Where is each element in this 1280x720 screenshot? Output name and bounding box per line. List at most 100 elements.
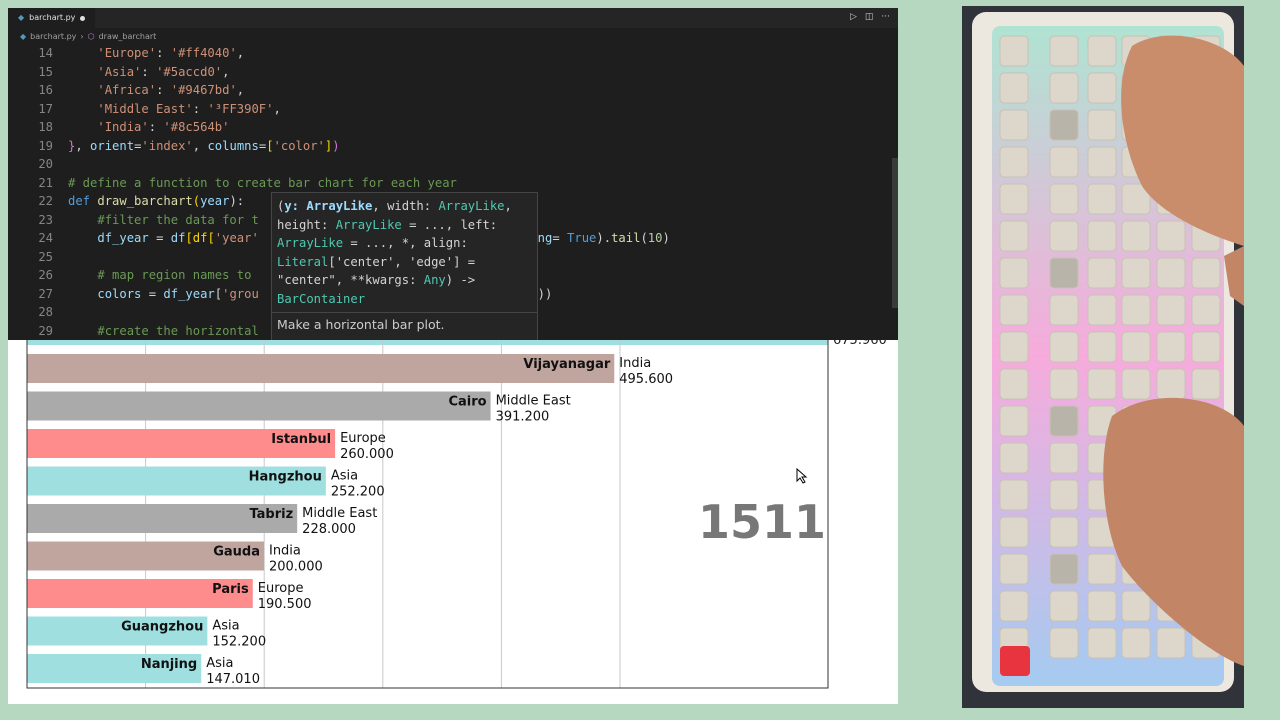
code-line: 20: [8, 155, 898, 174]
unsaved-dot-icon[interactable]: [80, 15, 86, 21]
bar-name-label: Hangzhou: [249, 470, 322, 485]
keycap: [1087, 627, 1117, 659]
code-text: # map region names to: [97, 268, 259, 282]
line-number: 23: [38, 212, 53, 227]
keycap: [1087, 72, 1117, 104]
code-text: #create the horizontal: [97, 323, 259, 338]
keycap: [1087, 368, 1117, 400]
code-text: 'Middle East': '³FF390F',: [97, 101, 281, 116]
keycap: [1191, 294, 1221, 326]
bar-name-label: Paris: [212, 582, 249, 597]
bar-value-label: 252.200: [331, 485, 385, 500]
keycap: [999, 257, 1029, 289]
breadcrumb-symbol[interactable]: draw_barchart: [99, 32, 157, 41]
bar-group-label: Europe: [258, 581, 304, 596]
code-line: 18 'India': '#8c564b': [8, 118, 898, 137]
code-text: 'Europe': '#ff4040',: [97, 46, 245, 60]
keycap: [999, 368, 1029, 400]
bar-value-label: 495.600: [619, 372, 673, 387]
keycap: [1191, 368, 1221, 400]
line-number: 26: [38, 268, 53, 282]
run-icon[interactable]: ▷: [850, 12, 857, 22]
top-value-label: 675.960: [833, 340, 887, 348]
tab-bar: ◆ barchart.py ▷ ◫ ···: [8, 8, 898, 28]
bar-name-label: Guangzhou: [121, 620, 203, 635]
keycap: [1049, 516, 1079, 548]
keycap: [999, 516, 1029, 548]
line-number: 19: [38, 138, 53, 153]
tab-label: barchart.py: [29, 13, 76, 22]
bar-group-label: India: [619, 356, 651, 371]
bar-group-label: Middle East: [496, 394, 571, 409]
keycap: [999, 35, 1029, 67]
keycap: [1087, 35, 1117, 67]
more-actions-icon[interactable]: ···: [881, 12, 890, 22]
keycap: [1049, 220, 1079, 252]
line-number: 17: [38, 101, 53, 116]
keycap: [1049, 442, 1079, 474]
keycap: [1087, 146, 1117, 178]
bar-value-label: 391.200: [496, 410, 550, 425]
code-line: 21 # define a function to create bar char…: [8, 174, 898, 193]
keycap: [1049, 405, 1079, 437]
line-number: 25: [38, 249, 53, 264]
keycap: [1087, 294, 1117, 326]
keycap: [1087, 590, 1117, 622]
keycap: [1156, 627, 1186, 659]
code-text: 'Asia': '#5accd0',: [97, 64, 230, 79]
code-text: #filter the data for t: [97, 212, 259, 227]
keycap: [1191, 257, 1221, 289]
line-number: 18: [38, 120, 53, 134]
keycap: [999, 405, 1029, 437]
bar-name-label: Cairo: [448, 395, 486, 410]
keycap: [1049, 257, 1079, 289]
bar-group-label: Asia: [206, 656, 233, 671]
keycap: [999, 220, 1029, 252]
signature-line: Literal['center', 'edge'] =: [277, 254, 476, 269]
keycap: [1087, 553, 1117, 585]
keycap: [1049, 368, 1079, 400]
keycap: [1049, 35, 1079, 67]
breadcrumb-file[interactable]: barchart.py: [30, 32, 76, 41]
mouse-cursor-icon: [796, 468, 808, 484]
chevron-right-icon: ›: [80, 31, 84, 41]
signature-line: "center", **kwargs: Any) ->: [277, 273, 476, 287]
keycap: [1156, 294, 1186, 326]
line-number: 27: [38, 286, 53, 301]
keycap: [1156, 257, 1186, 289]
keycap: [1156, 331, 1186, 363]
keycap: [999, 146, 1029, 178]
code-line: 16 'Africa': '#9467bd',: [8, 81, 898, 100]
keycap: [999, 331, 1029, 363]
python-file-icon: ◆: [20, 31, 27, 41]
tab-barchart-py[interactable]: ◆ barchart.py: [8, 8, 96, 28]
line-number: 15: [38, 64, 53, 79]
line-number: 20: [38, 157, 53, 171]
keycap: [999, 442, 1029, 474]
line-number: 16: [38, 83, 53, 97]
signature-line: ArrayLike = ..., *, align:: [277, 236, 468, 250]
line-number: 22: [38, 194, 53, 208]
keycap: [1087, 183, 1117, 215]
keycap: [1049, 146, 1079, 178]
bar-value-label: 260.000: [340, 447, 394, 462]
keycap: [1049, 294, 1079, 326]
keycap: [1121, 627, 1151, 659]
bar-group-label: Asia: [212, 619, 239, 634]
bar-name-label: Vijayanagar: [523, 357, 610, 372]
keycap: [999, 294, 1029, 326]
keyboard-photo: [962, 6, 1244, 708]
line-number: 28: [38, 305, 53, 319]
keycap: [999, 590, 1029, 622]
keycap: [999, 479, 1029, 511]
year-label: 1511: [698, 495, 826, 549]
line-number: 24: [38, 231, 53, 245]
editor-scrollbar[interactable]: [892, 158, 898, 308]
bar-value-label: 228.000: [302, 522, 356, 537]
function-icon: ⬡: [87, 31, 95, 41]
breadcrumb: ◆ barchart.py › ⬡ draw_barchart: [20, 29, 156, 43]
bar-value-label: 200.000: [269, 560, 323, 575]
split-editor-icon[interactable]: ◫: [865, 12, 874, 22]
keycap: [1156, 368, 1186, 400]
code-text: def draw_barchart(year):: [68, 194, 245, 208]
